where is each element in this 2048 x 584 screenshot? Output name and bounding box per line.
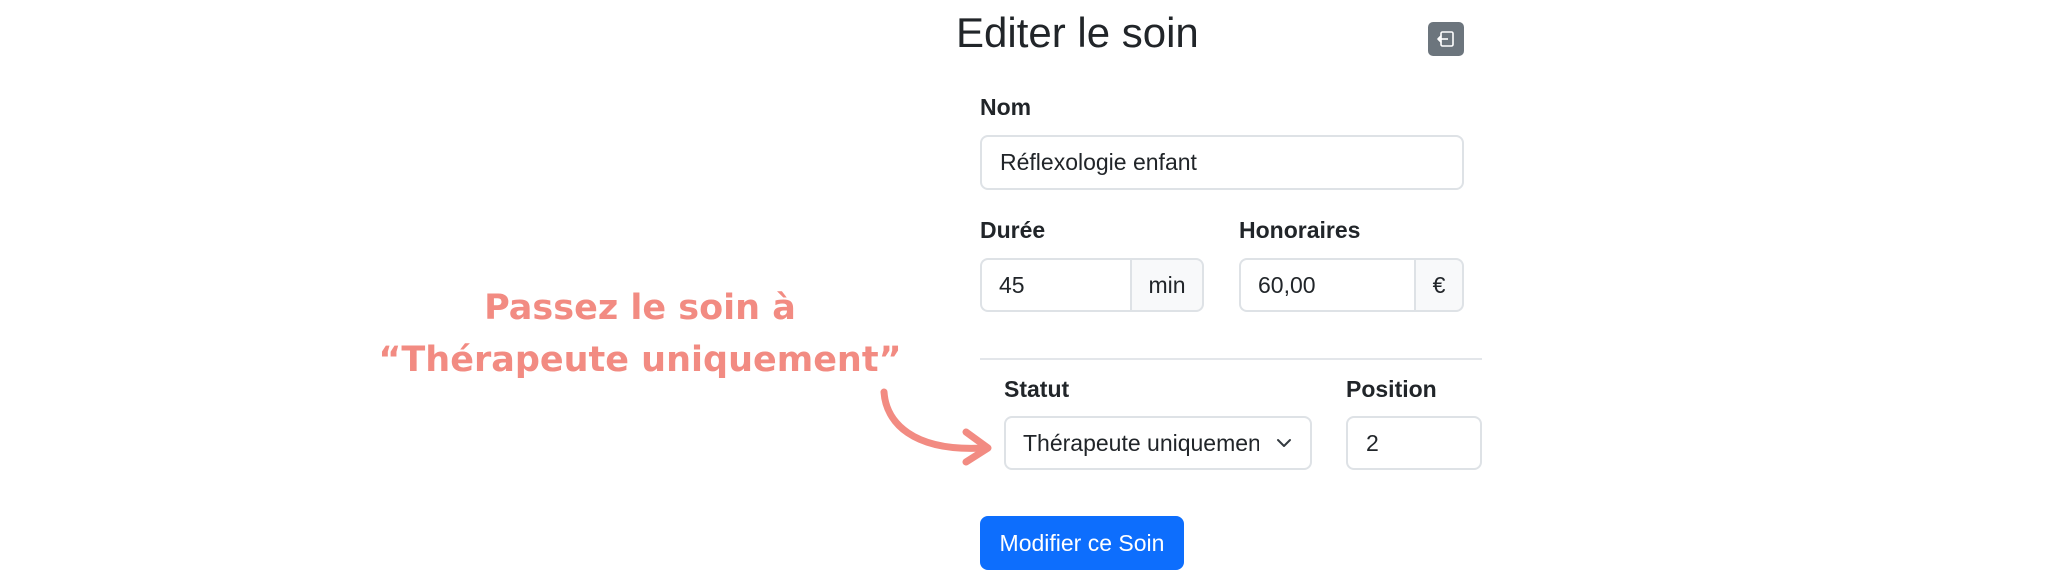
page-title: Editer le soin: [956, 9, 1199, 56]
annotation-line-2: “Thérapeute uniquement”: [378, 340, 902, 380]
duree-input[interactable]: 45: [980, 258, 1130, 312]
duree-input-group: 45 min: [980, 258, 1204, 312]
nom-label: Nom: [980, 94, 1032, 120]
chevron-down-icon: [1277, 439, 1291, 447]
honoraires-input-group: 60,00 €: [1239, 258, 1464, 312]
statut-label: Statut: [1004, 376, 1070, 402]
statut-selected: Thérapeute uniquement: [1023, 430, 1259, 456]
statut-select[interactable]: Thérapeute uniquement: [1004, 416, 1312, 470]
annotation-arrow-icon: [880, 388, 992, 466]
nom-value: Réflexologie enfant: [1000, 149, 1197, 175]
back-button[interactable]: [1428, 22, 1464, 56]
honoraires-input[interactable]: 60,00: [1239, 258, 1414, 312]
annotation-text: Passez le soin à “Thérapeute uniquement”: [370, 282, 910, 386]
position-label: Position: [1346, 376, 1437, 402]
section-divider: [980, 358, 1482, 360]
exit-icon: [1437, 31, 1454, 47]
honoraires-label: Honoraires: [1239, 217, 1361, 243]
duree-unit: min: [1130, 258, 1204, 312]
annotation-line-1: Passez le soin à: [484, 288, 796, 328]
position-input[interactable]: 2: [1346, 416, 1482, 470]
position-value: 2: [1366, 429, 1379, 456]
submit-button[interactable]: Modifier ce Soin: [980, 516, 1184, 570]
duree-label: Durée: [980, 217, 1046, 243]
nom-input[interactable]: Réflexologie enfant: [980, 135, 1464, 190]
honoraires-unit: €: [1414, 258, 1464, 312]
